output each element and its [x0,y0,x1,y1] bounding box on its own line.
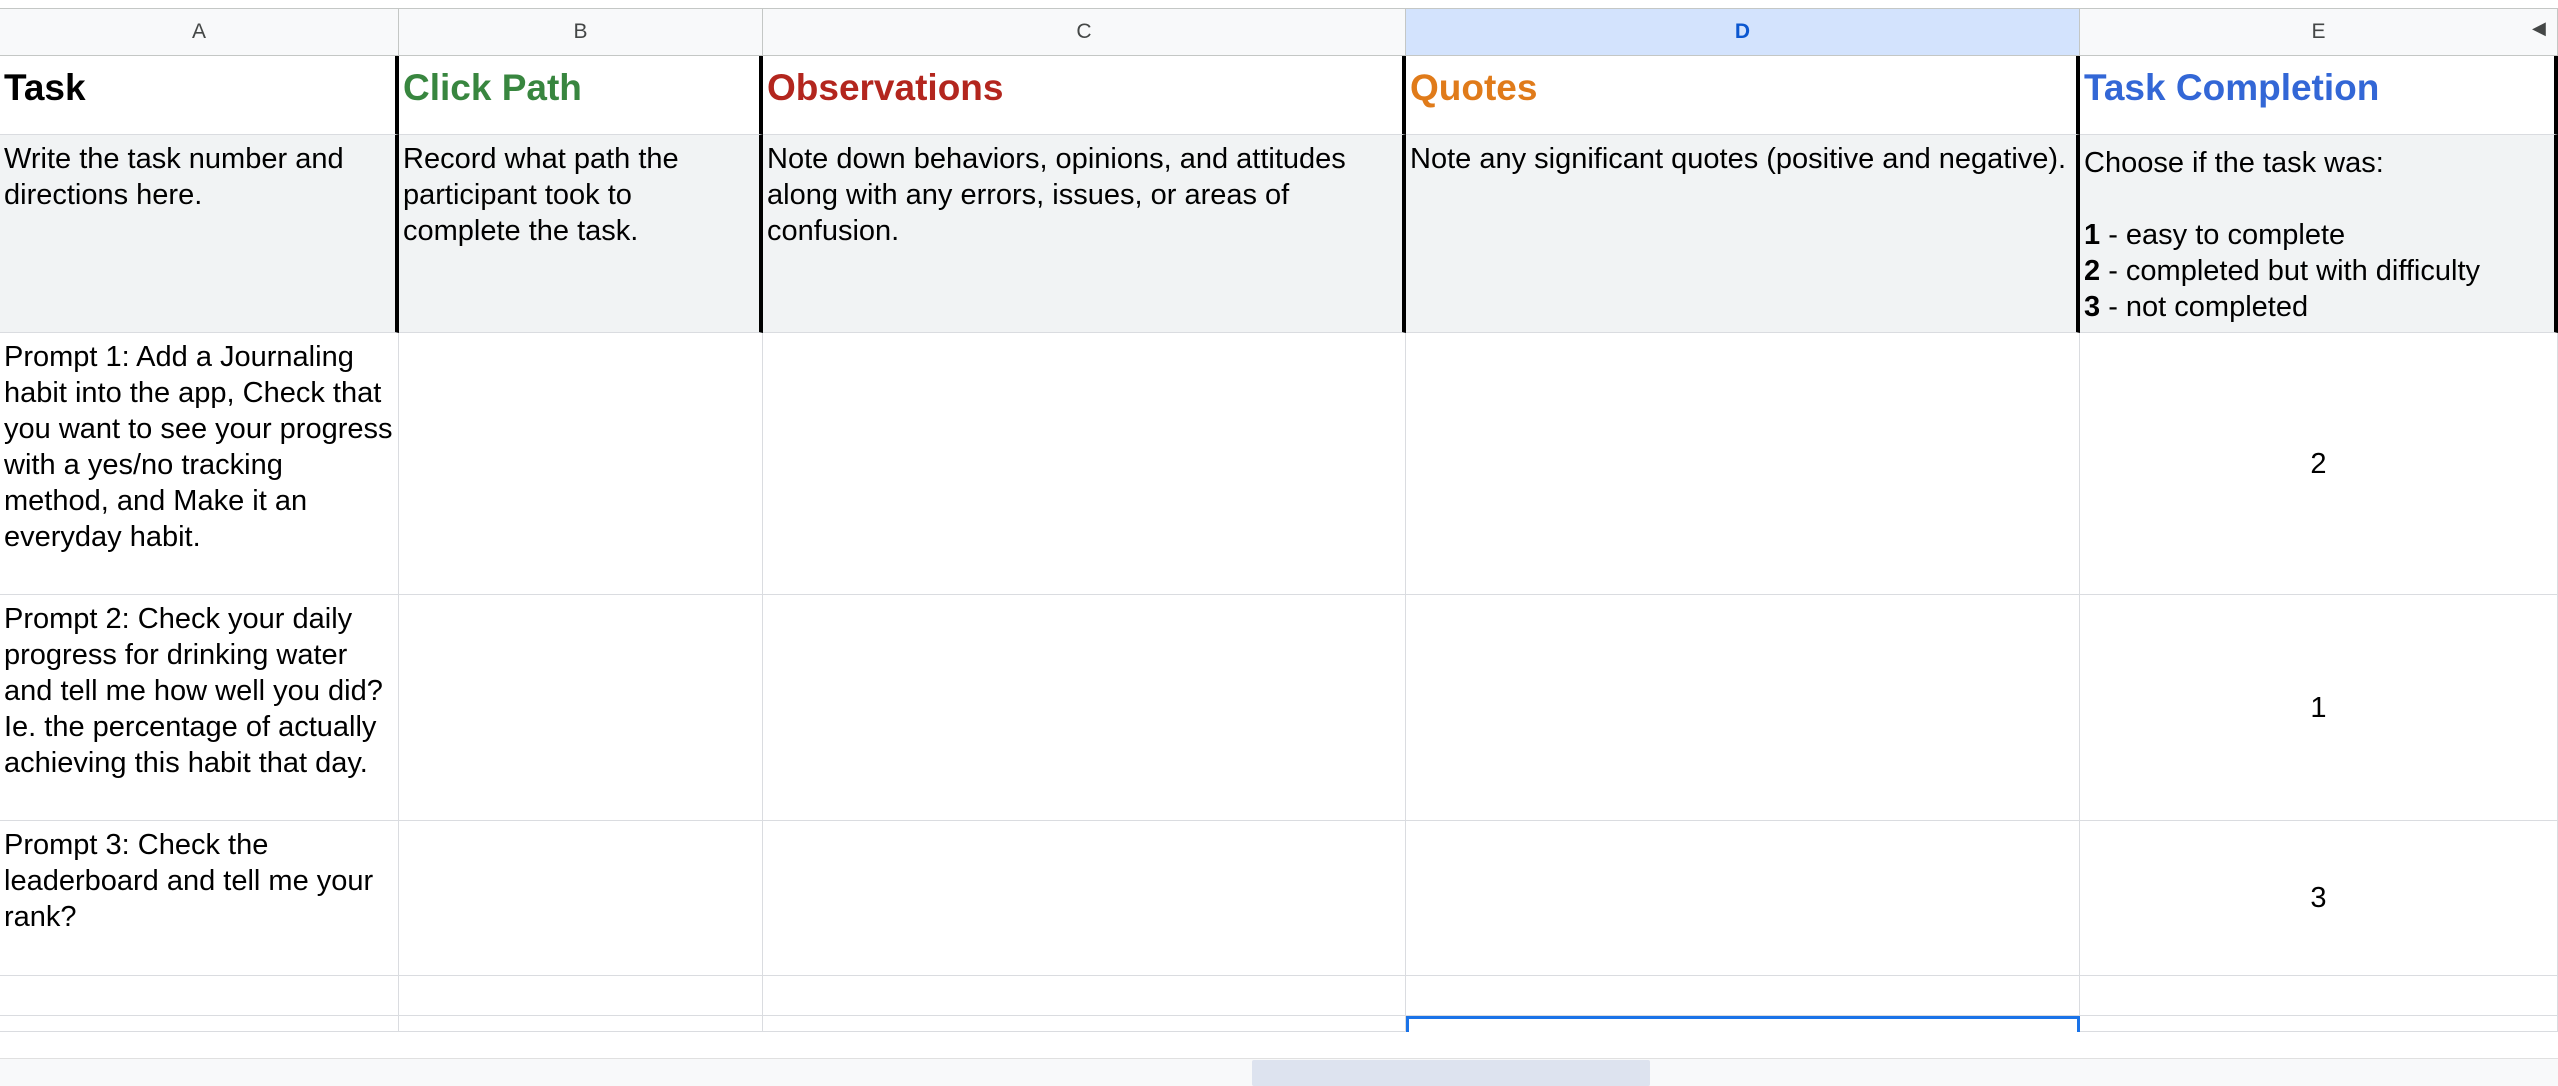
column-header-c[interactable]: C [763,8,1406,56]
desc-task-completion[interactable]: Choose if the task was: 1 - easy to comp… [2080,135,2558,333]
observations-cell-3[interactable] [763,821,1406,976]
quotes-cell-3[interactable] [1406,821,2080,976]
completion-cell-2[interactable]: 1 [2080,595,2558,821]
empty-cell[interactable] [763,976,1406,1016]
click-path-cell-2[interactable] [399,595,763,821]
empty-cell[interactable] [0,1016,399,1032]
header-observations[interactable]: Observations [763,56,1406,135]
header-quotes[interactable]: Quotes [1406,56,2080,135]
desc-task[interactable]: Write the task number and directions her… [0,135,399,333]
column-header-a[interactable]: A [0,8,399,56]
quotes-cell-1[interactable] [1406,333,2080,595]
legend-item-2: 2 - completed but with difficulty [2084,255,2481,287]
empty-cell[interactable] [399,976,763,1016]
task-cell-3[interactable]: Prompt 3: Check the leaderboard and tell… [0,821,399,976]
empty-cell[interactable] [763,1016,1406,1032]
empty-cell[interactable] [399,1016,763,1032]
header-task[interactable]: Task [0,56,399,135]
completion-cell-3[interactable]: 3 [2080,821,2558,976]
empty-cell[interactable] [2080,976,2558,1016]
task-cell-1[interactable]: Prompt 1: Add a Journaling habit into th… [0,333,399,595]
task-cell-2[interactable]: Prompt 2: Check your daily progress for … [0,595,399,821]
desc-quotes[interactable]: Note any significant quotes (positive an… [1406,135,2080,333]
legend-item-1: 1 - easy to complete [2084,219,2346,251]
desc-observations[interactable]: Note down behaviors, opinions, and attit… [763,135,1406,333]
scrollbar-thumb[interactable] [1252,1060,1650,1086]
header-click-path[interactable]: Click Path [399,56,763,135]
quotes-cell-2[interactable] [1406,595,2080,821]
column-header-d[interactable]: D [1406,8,2080,56]
completion-intro: Choose if the task was: [2084,147,2384,179]
collapse-arrow-icon[interactable]: ◀ [2532,18,2546,39]
observations-cell-1[interactable] [763,333,1406,595]
observations-cell-2[interactable] [763,595,1406,821]
click-path-cell-3[interactable] [399,821,763,976]
empty-cell[interactable] [2080,1016,2558,1032]
selected-cell[interactable] [1406,1016,2080,1032]
spreadsheet: A B C D E ◀ Task Click Path Observations… [0,0,2558,1086]
column-header-b[interactable]: B [399,8,763,56]
click-path-cell-1[interactable] [399,333,763,595]
empty-cell[interactable] [1406,976,2080,1016]
empty-cell[interactable] [0,976,399,1016]
header-task-completion[interactable]: Task Completion [2080,56,2558,135]
completion-cell-1[interactable]: 2 [2080,333,2558,595]
column-header-e[interactable]: E [2080,8,2558,56]
legend-item-3: 3 - not completed [2084,291,2309,323]
desc-click-path[interactable]: Record what path the participant took to… [399,135,763,333]
